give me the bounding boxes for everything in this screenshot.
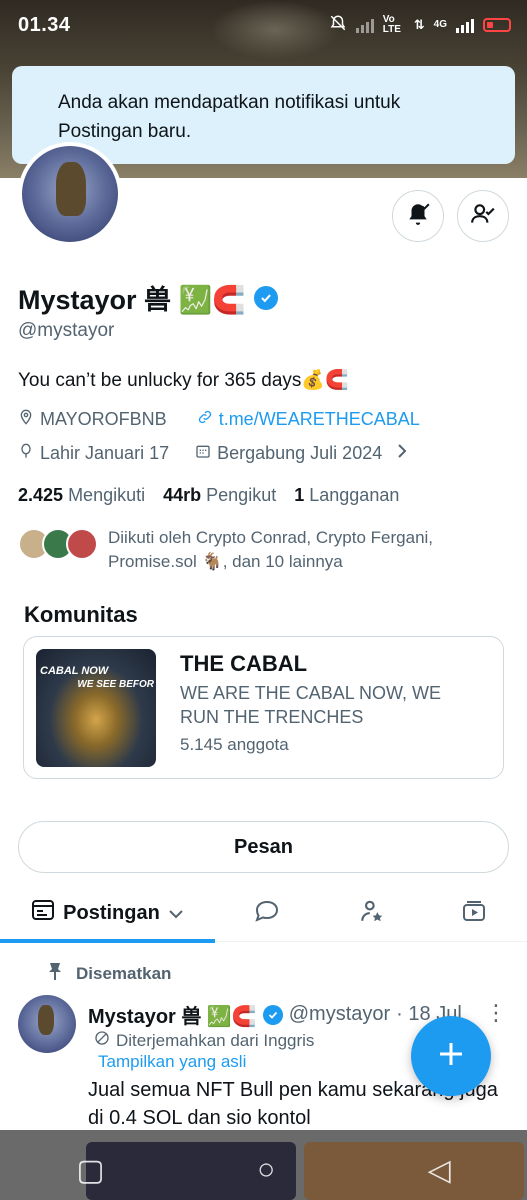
data-arrows-icon: ⇅ bbox=[413, 16, 425, 32]
toast-message: Anda akan mendapatkan notifikasi untuk P… bbox=[58, 92, 401, 142]
translated-text: Diterjemahkan dari Inggris bbox=[116, 1030, 315, 1050]
profile-stats: 2.425 Mengikuti 44rb Pengikut 1 Langgana… bbox=[18, 485, 399, 506]
show-original-link[interactable]: Tampilkan yang asli bbox=[98, 1052, 246, 1072]
location-icon bbox=[18, 409, 34, 430]
tab-replies[interactable] bbox=[240, 884, 294, 942]
following-stat[interactable]: 2.425 Mengikuti bbox=[18, 485, 145, 506]
community-members: 5.145 anggota bbox=[180, 735, 289, 754]
verified-badge-icon[interactable] bbox=[253, 285, 278, 310]
tab-posts[interactable]: Postingan bbox=[0, 884, 215, 943]
tab-posts-label: Postingan bbox=[63, 901, 160, 924]
followed-by-text: Diikuti oleh Crypto Conrad, Crypto Ferga… bbox=[108, 528, 434, 571]
community-section-title: Komunitas bbox=[24, 602, 138, 627]
community-card[interactable]: CABAL NOW WE SEE BEFOR THE CABAL WE ARE … bbox=[23, 636, 504, 779]
notifications-button[interactable] bbox=[392, 190, 444, 242]
active-tab-indicator bbox=[0, 939, 215, 943]
profile-tabs: Postingan bbox=[0, 884, 527, 943]
status-time: 01.34 bbox=[18, 14, 71, 36]
compose-button[interactable] bbox=[411, 1016, 491, 1096]
tab-highlights[interactable] bbox=[345, 884, 399, 942]
community-name: THE CABAL bbox=[180, 651, 308, 676]
pinned-text: Disematkan bbox=[76, 963, 172, 983]
home-icon[interactable]: ○ bbox=[257, 1153, 275, 1187]
profile-handle: @mystayor bbox=[18, 320, 115, 341]
post-author-name[interactable]: Mystayor 兽 💹🧲 bbox=[88, 1000, 257, 1029]
post-author-handle: @mystayor bbox=[288, 1003, 391, 1025]
profile-link[interactable]: t.me/WEARETHECABAL bbox=[219, 409, 420, 430]
system-nav-bar: ▢ ○ ◁ bbox=[0, 1140, 527, 1200]
profile-birthday: Lahir Januari 17 bbox=[40, 443, 170, 463]
back-icon[interactable]: ◁ bbox=[428, 1153, 451, 1188]
speech-bubble-icon bbox=[254, 899, 280, 928]
chevron-right-icon[interactable] bbox=[396, 443, 408, 464]
mute-icon bbox=[329, 14, 347, 35]
community-image: CABAL NOW WE SEE BEFOR bbox=[36, 649, 156, 767]
recents-icon[interactable]: ▢ bbox=[76, 1153, 104, 1188]
profile-joined: Bergabung Juli 2024 bbox=[217, 443, 383, 463]
profile-location: MAYOROFBNB bbox=[40, 409, 167, 429]
post-header: Mystayor 兽 💹🧲 @mystayor · 18 Jul bbox=[88, 1000, 462, 1029]
pin-icon bbox=[46, 961, 64, 986]
plus-icon bbox=[436, 1039, 466, 1074]
user-star-icon bbox=[359, 898, 385, 929]
followed-by[interactable]: Diikuti oleh Crypto Conrad, Crypto Ferga… bbox=[18, 526, 508, 574]
translated-label: Diterjemahkan dari Inggris bbox=[94, 1030, 314, 1051]
status-bar: 01.34 Vo LTE ⇅ 4G bbox=[0, 0, 527, 52]
subscriptions-stat[interactable]: 1 Langganan bbox=[294, 485, 399, 506]
followers-stat[interactable]: 44rb Pengikut bbox=[163, 485, 276, 506]
follower-avatars bbox=[18, 526, 100, 562]
signal-icon-2 bbox=[456, 17, 474, 33]
bell-check-icon bbox=[405, 201, 431, 232]
profile-meta-row-2: Lahir Januari 17 Bergabung Juli 2024 bbox=[18, 443, 408, 464]
media-icon bbox=[461, 899, 487, 928]
post-author-avatar[interactable] bbox=[18, 995, 76, 1053]
profile-avatar[interactable] bbox=[18, 142, 122, 246]
chevron-down-icon bbox=[168, 902, 184, 925]
calendar-icon bbox=[195, 443, 211, 464]
profile-name: Mystayor 兽 💹🧲 bbox=[18, 278, 278, 317]
signal-icon bbox=[355, 17, 374, 33]
balloon-icon bbox=[18, 443, 34, 464]
status-icons: Vo LTE ⇅ 4G bbox=[329, 14, 511, 35]
profile-bio: You can’t be unlucky for 365 days💰🧲 bbox=[18, 370, 349, 391]
network-label: 4G bbox=[433, 19, 447, 30]
battery-icon bbox=[483, 17, 511, 32]
profile-meta-row-1: MAYOROFBNB t.me/WEARETHECABAL bbox=[18, 409, 420, 430]
pinned-label: Disematkan bbox=[46, 961, 171, 986]
posts-icon bbox=[31, 899, 55, 927]
user-check-icon bbox=[470, 201, 496, 232]
volte-label: Vo LTE bbox=[382, 13, 401, 35]
tab-media[interactable] bbox=[447, 884, 501, 942]
more-options-icon[interactable]: ⋮ bbox=[485, 1000, 507, 1026]
link-icon bbox=[197, 409, 213, 430]
message-button[interactable]: Pesan bbox=[18, 821, 509, 873]
profile-name-text: Mystayor 兽 💹🧲 bbox=[18, 285, 246, 315]
avatar bbox=[66, 528, 98, 560]
verified-badge-icon bbox=[262, 1004, 283, 1025]
community-description: WE ARE THE CABAL NOW, WE RUN THE TRENCHE… bbox=[180, 683, 442, 727]
following-button[interactable] bbox=[457, 190, 509, 242]
globe-icon bbox=[94, 1030, 110, 1051]
